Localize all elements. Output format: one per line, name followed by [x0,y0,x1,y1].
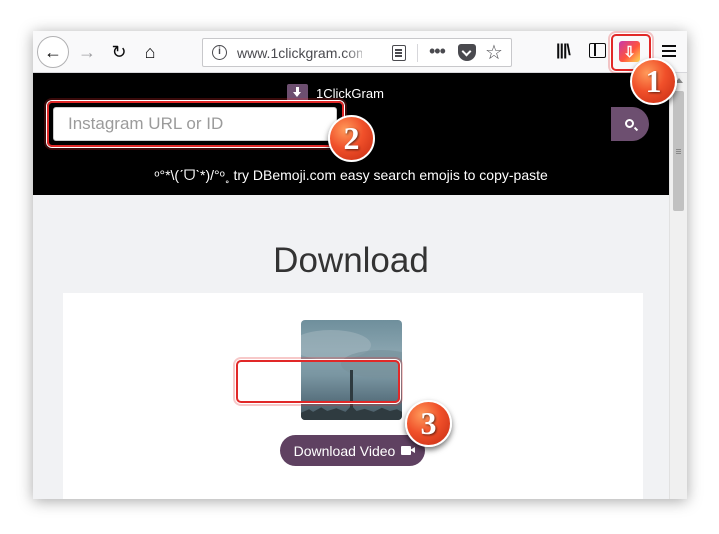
page-scrollbar[interactable] [669,73,687,499]
home-icon: ⌂ [144,41,156,62]
forward-arrow-icon: → [78,41,96,62]
hamburger-menu-icon[interactable] [662,45,676,47]
search-icon [624,118,634,128]
scrollbar-thumb[interactable] [673,91,684,211]
logo-download-icon [287,84,308,102]
video-camera-icon [401,446,416,455]
sidebar-toggle-icon[interactable] [589,43,606,58]
forward-button[interactable]: → [72,37,102,67]
step-badge-3: 3 [405,400,452,447]
highlight-download-button [236,360,400,403]
library-icon[interactable]: |||\ [556,42,571,60]
back-button[interactable]: ← [37,36,69,68]
pocket-icon[interactable] [458,44,476,61]
back-arrow-icon: ← [44,41,62,62]
step-badge-2: 2 [328,115,375,162]
promo-text[interactable]: ᵒ°*\(ˊᗜˋ*)/°ᵒ˳ try DBemoji.com easy sear… [33,167,669,184]
logo-text: 1ClickGram [316,85,384,101]
bookmark-star-icon[interactable]: ☆ [485,40,503,65]
site-logo[interactable]: 1ClickGram [287,83,384,103]
download-heading: Download [273,241,429,280]
reload-icon: ↻ [111,41,127,62]
address-bar[interactable]: i www.1clickgram.com ••• ☆ [202,38,512,67]
page-actions-more-icon[interactable]: ••• [429,41,446,62]
home-button[interactable]: ⌂ [135,37,165,67]
browser-window: ← → ↻ ⌂ i www.1clickgram.com ••• ☆ |||\ … [33,31,687,499]
highlight-url-input [47,101,344,147]
step-badge-1: 1 [630,58,677,105]
url-fade [343,41,373,65]
browser-toolbar: ← → ↻ ⌂ i www.1clickgram.com ••• ☆ |||\ … [33,31,687,73]
search-button[interactable] [611,107,649,141]
reader-view-icon[interactable] [392,45,406,61]
download-video-label: Download Video [293,442,396,459]
site-info-icon[interactable]: i [212,45,227,60]
reload-button[interactable]: ↻ [104,37,134,67]
urlbar-divider [417,44,418,62]
download-video-button[interactable]: Download Video [280,435,425,466]
